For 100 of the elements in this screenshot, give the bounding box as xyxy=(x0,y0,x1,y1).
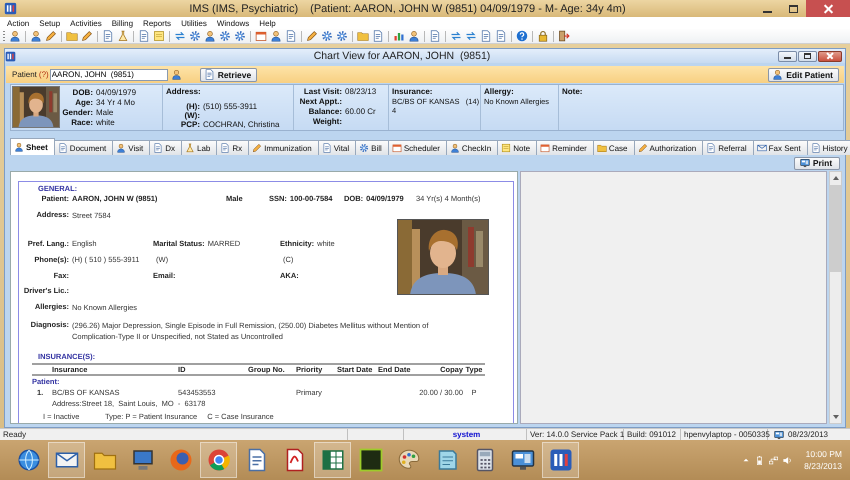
close-button[interactable] xyxy=(818,50,842,62)
lock-icon[interactable] xyxy=(537,30,549,42)
tab[interactable]: Dx xyxy=(149,140,182,155)
calendar-icon[interactable] xyxy=(255,30,267,42)
machine-name: hpenvylaptop - 0050335 xyxy=(684,429,770,440)
help-icon[interactable] xyxy=(516,30,528,42)
tab[interactable]: CheckIn xyxy=(446,140,498,155)
arrows-icon[interactable] xyxy=(450,30,462,42)
print-button[interactable]: Print xyxy=(794,156,840,170)
user-name: system xyxy=(452,429,480,440)
pencil-icon xyxy=(638,143,648,153)
chart-icon[interactable] xyxy=(393,30,405,42)
field-value: 60.00 Cr xyxy=(345,107,377,117)
flask-icon xyxy=(185,143,196,153)
person-icon[interactable] xyxy=(408,30,420,42)
note-icon xyxy=(501,143,512,153)
arrows-icon[interactable] xyxy=(465,30,477,42)
tab[interactable]: Authorization xyxy=(634,140,704,155)
menu-item[interactable]: Utilities xyxy=(176,18,212,28)
menu-item[interactable]: Action xyxy=(2,18,34,28)
gear-icon[interactable] xyxy=(189,30,201,42)
field-label: Next Appt.: xyxy=(298,97,342,107)
document-icon[interactable] xyxy=(285,30,297,42)
field-label: Allergy: xyxy=(484,87,515,97)
help-link[interactable]: (?) xyxy=(38,70,49,79)
person-icon[interactable] xyxy=(9,30,21,42)
exit-icon[interactable] xyxy=(558,30,570,42)
flask-icon[interactable] xyxy=(117,30,129,42)
menu-item[interactable]: Activities xyxy=(65,18,107,28)
field-label: Race: xyxy=(70,118,93,128)
field-value: 34 Yr 4 Mo xyxy=(96,98,136,108)
wheel-icon xyxy=(206,448,230,472)
status-text: Ready xyxy=(3,429,26,440)
tab[interactable]: Fax Sent xyxy=(752,140,808,155)
edit-patient-button[interactable]: Edit Patient xyxy=(768,68,839,82)
retrieve-button[interactable]: Retrieve xyxy=(200,68,258,82)
tab[interactable]: Immunization xyxy=(248,140,319,155)
sphere-icon xyxy=(168,448,192,472)
note-icon[interactable] xyxy=(153,30,165,42)
taskbar-button[interactable] xyxy=(542,442,579,478)
document-icon[interactable] xyxy=(429,30,441,42)
spreadsheet-icon xyxy=(320,448,344,472)
window-title: Chart View for AARON, JOHN (9851) xyxy=(312,50,492,62)
tab[interactable]: Sheet xyxy=(10,138,55,155)
person-icon[interactable] xyxy=(170,69,182,80)
arrows-icon[interactable] xyxy=(174,30,186,42)
tab[interactable]: Document xyxy=(54,140,114,155)
menu-item[interactable]: Setup xyxy=(34,18,66,28)
pencil-icon xyxy=(252,143,262,153)
person-icon[interactable] xyxy=(204,30,216,42)
tab[interactable]: Note xyxy=(497,140,538,155)
tab[interactable]: Rx xyxy=(216,140,250,155)
document-icon[interactable] xyxy=(102,30,114,42)
monitor-icon xyxy=(800,158,810,168)
gear-icon[interactable] xyxy=(234,30,246,42)
tab[interactable]: Scheduler xyxy=(388,140,447,155)
menu-item[interactable]: Windows xyxy=(212,18,254,28)
document-icon xyxy=(153,143,164,153)
field-label: PCP: xyxy=(180,120,200,129)
speaker-icon[interactable] xyxy=(782,454,794,466)
field-label: Weight: xyxy=(312,117,342,127)
clock-date: 8/23/2013 xyxy=(804,460,842,472)
tab[interactable]: History xyxy=(806,140,850,155)
globe-icon xyxy=(16,448,40,472)
gear-icon[interactable] xyxy=(321,30,333,42)
menu-item[interactable]: Help xyxy=(254,18,281,28)
restore-button[interactable] xyxy=(798,50,817,62)
taskbar-button[interactable] xyxy=(48,442,85,478)
gear-icon[interactable] xyxy=(219,30,231,42)
field-label: Age: xyxy=(74,98,93,108)
computer-icon xyxy=(130,448,154,472)
patient-field[interactable]: AARON, JOHN (9851) xyxy=(50,68,168,80)
document-icon xyxy=(706,143,716,153)
tab[interactable]: Bill xyxy=(355,140,389,155)
person-icon[interactable] xyxy=(30,30,42,42)
field-value: 04/09/1979 xyxy=(96,88,136,98)
patient-caption: (Patient: AARON, JOHN W (9851) 04/09/1979 - M- Age: 34y 4m) xyxy=(310,2,626,14)
document-icon[interactable] xyxy=(372,30,384,42)
document-icon[interactable] xyxy=(480,30,492,42)
menu-item[interactable]: Reports xyxy=(138,18,176,28)
minimize-button[interactable] xyxy=(778,50,797,62)
tab[interactable]: Referral xyxy=(702,140,754,155)
gear-icon[interactable] xyxy=(336,30,348,42)
tab[interactable]: Reminder xyxy=(536,140,594,155)
document-icon xyxy=(58,143,68,153)
person-icon[interactable] xyxy=(270,30,282,42)
taskbar-button[interactable] xyxy=(314,442,351,478)
document-icon[interactable] xyxy=(138,30,150,42)
menu-item[interactable]: Billing xyxy=(106,18,138,28)
palette-icon xyxy=(396,448,420,472)
document-icon[interactable] xyxy=(495,30,507,42)
tab[interactable]: Visit xyxy=(112,140,150,155)
close-button[interactable] xyxy=(806,0,850,17)
person-icon xyxy=(772,69,784,80)
tab[interactable]: Lab xyxy=(181,140,218,155)
document-icon xyxy=(810,143,821,153)
tab[interactable]: Vital xyxy=(318,140,356,155)
tab[interactable]: Case xyxy=(592,140,634,155)
network-icon[interactable] xyxy=(768,454,780,466)
scrollbar[interactable] xyxy=(829,171,842,424)
